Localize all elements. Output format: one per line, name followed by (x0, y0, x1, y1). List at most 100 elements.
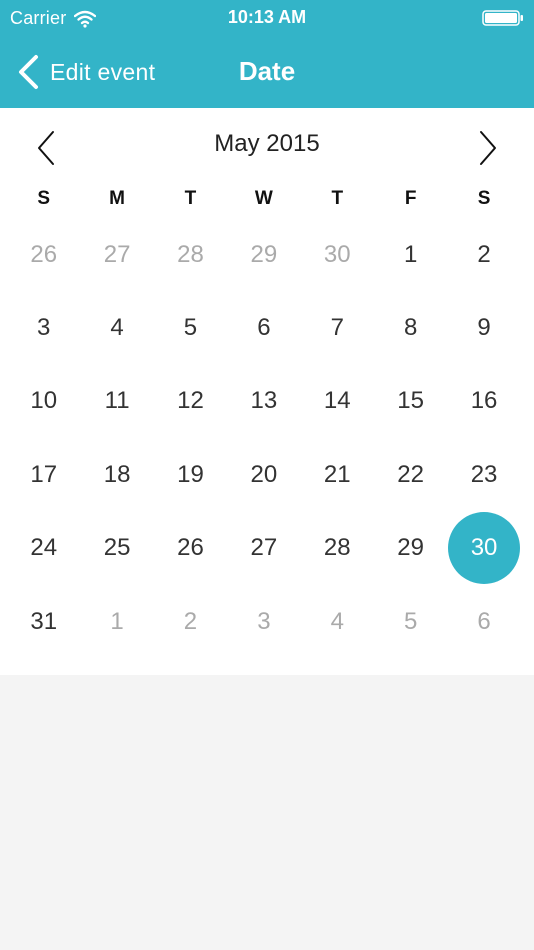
day-number: 6 (257, 314, 271, 342)
status-time: 10:13 AM (227, 7, 307, 27)
day-cell[interactable]: 14 (301, 365, 374, 438)
day-cell[interactable]: 20 (227, 438, 300, 511)
day-cell[interactable]: 13 (227, 365, 300, 438)
day-number: 27 (103, 240, 131, 268)
day-cell[interactable]: 27 (80, 218, 153, 291)
day-cell[interactable]: 5 (374, 585, 447, 658)
battery-icon (482, 10, 523, 26)
day-cell[interactable]: 21 (301, 438, 374, 511)
day-number: 2 (477, 240, 491, 268)
day-number: 3 (37, 314, 51, 342)
day-cell[interactable]: 10 (7, 365, 80, 438)
day-cell[interactable]: 6 (227, 291, 300, 364)
status-bar: Carrier 10:13 AM (0, 0, 534, 38)
day-number: 18 (103, 460, 131, 488)
day-cell[interactable]: 29 (227, 218, 300, 291)
day-number: 1 (403, 240, 418, 268)
next-month-button[interactable] (467, 128, 507, 168)
day-number: 1 (110, 607, 124, 635)
day-number: 27 (250, 534, 278, 562)
day-number: 24 (30, 534, 58, 562)
day-number: 31 (30, 607, 58, 635)
day-number: 28 (177, 240, 204, 268)
day-number: 2 (183, 607, 198, 635)
navigation-header: Carrier 10:13 AM Edit event Date (0, 0, 534, 108)
day-number: 20 (250, 460, 278, 488)
day-number: 4 (330, 607, 344, 635)
weekday-label: F (404, 188, 417, 209)
day-cell[interactable]: 3 (227, 585, 300, 658)
day-number: 14 (323, 387, 351, 415)
day-cell[interactable]: 22 (374, 438, 447, 511)
day-cell[interactable]: 29 (374, 512, 447, 585)
day-number: 23 (470, 460, 498, 488)
day-number: 16 (470, 387, 498, 415)
weekday-label: W (254, 188, 273, 209)
day-number: 13 (250, 387, 278, 415)
day-number: 5 (183, 314, 198, 342)
day-number: 22 (397, 460, 424, 488)
calendar: May 2015 S M T W T F S 26 27 28 29 30 1 2 3 4 5 6 7… (0, 108, 534, 675)
day-cell[interactable]: 2 (154, 585, 227, 658)
day-number: 29 (397, 534, 424, 562)
day-cell[interactable]: 19 (154, 438, 227, 511)
day-cell[interactable]: 31 (7, 585, 80, 658)
day-number: 25 (103, 534, 131, 562)
day-number: 21 (323, 460, 351, 488)
day-number: 17 (30, 460, 58, 488)
day-cell[interactable]: 1 (80, 585, 153, 658)
day-cell[interactable]: 30 (301, 218, 374, 291)
day-cell[interactable]: 18 (80, 438, 153, 511)
day-cell[interactable]: 2 (447, 218, 520, 291)
day-cell[interactable]: 26 (7, 218, 80, 291)
day-number: 26 (177, 534, 204, 562)
day-cell[interactable]: 4 (301, 585, 374, 658)
weekday-label: S (37, 188, 51, 209)
day-number: 28 (323, 534, 351, 562)
weekday-label: T (184, 188, 197, 209)
day-number: 19 (177, 460, 204, 488)
day-number: 8 (403, 314, 418, 342)
day-cell[interactable]: 23 (447, 438, 520, 511)
day-grid: 26 27 28 29 30 1 2 3 4 5 6 7 8 9 10 11 12 13 14 15 16 17 18 19 2… (7, 218, 521, 658)
day-cell[interactable]: 17 (7, 438, 80, 511)
day-number: 29 (250, 240, 278, 268)
nav-bar: Edit event Date (0, 38, 534, 108)
day-number: 9 (477, 314, 491, 342)
day-number: 26 (30, 240, 58, 268)
day-cell[interactable]: 24 (7, 512, 80, 585)
day-cell[interactable]: 11 (80, 365, 153, 438)
day-number: 5 (403, 607, 418, 635)
weekday-label: T (331, 188, 344, 209)
day-number: 15 (397, 387, 424, 415)
day-number: 6 (477, 607, 491, 635)
weekday-header: S M T W T F S (7, 188, 521, 210)
day-number: 30 (470, 534, 498, 562)
day-cell-selected[interactable]: 30 (447, 512, 520, 585)
day-cell[interactable]: 8 (374, 291, 447, 364)
day-number: 4 (110, 314, 124, 342)
day-cell[interactable]: 28 (154, 218, 227, 291)
day-cell[interactable]: 25 (80, 512, 153, 585)
day-cell[interactable]: 28 (301, 512, 374, 585)
day-cell[interactable]: 15 (374, 365, 447, 438)
day-number: 11 (104, 387, 130, 415)
day-cell[interactable]: 1 (374, 218, 447, 291)
day-cell[interactable]: 5 (154, 291, 227, 364)
page-title: Date (238, 56, 296, 86)
day-cell[interactable]: 12 (154, 365, 227, 438)
day-cell[interactable]: 6 (447, 585, 520, 658)
day-number: 30 (323, 240, 351, 268)
weekday-label: M (109, 188, 125, 209)
day-cell[interactable]: 26 (154, 512, 227, 585)
day-number: 3 (257, 607, 271, 635)
day-cell[interactable]: 3 (7, 291, 80, 364)
weekday-label: S (477, 188, 491, 209)
day-cell[interactable]: 7 (301, 291, 374, 364)
day-cell[interactable]: 4 (80, 291, 153, 364)
day-number: 7 (330, 314, 344, 342)
month-title: May 2015 (214, 130, 320, 157)
day-cell[interactable]: 9 (447, 291, 520, 364)
day-cell[interactable]: 27 (227, 512, 300, 585)
day-cell[interactable]: 16 (447, 365, 520, 438)
